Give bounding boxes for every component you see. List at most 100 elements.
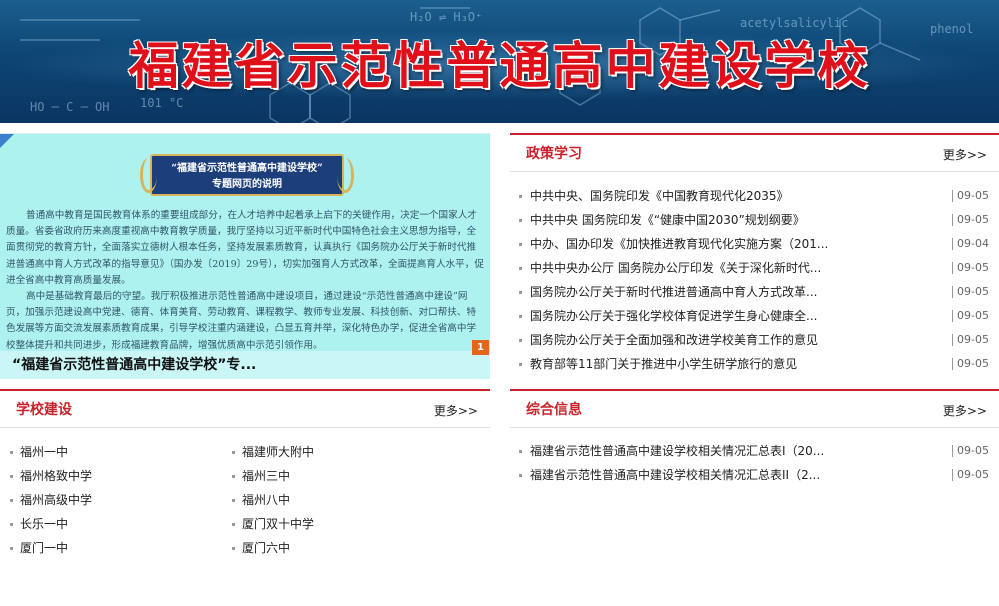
bullet-icon: [10, 499, 13, 502]
date-separator: [952, 190, 953, 202]
school-link[interactable]: 福州高级中学: [20, 493, 92, 507]
news-list-item[interactable]: 教育部等11部门关于推进中小学生研学旅行的意见 09-05: [510, 352, 999, 376]
news-item-date: 09-05: [957, 309, 989, 322]
news-list-item[interactable]: 中共中央、国务院印发《中国教育现代化2035》 09-05: [510, 184, 999, 208]
school-list-item[interactable]: 福州格致中学: [10, 464, 92, 488]
policy-panel-title: 政策学习: [526, 146, 582, 162]
bullet-icon: [519, 243, 522, 246]
info-panel: 综合信息 更多>> 福建省示范性普通高中建设学校相关情况汇总表I（20... 09…: [510, 389, 999, 487]
news-item-date: 09-05: [957, 444, 989, 457]
bullet-icon: [232, 475, 235, 478]
news-item-date: 09-05: [957, 333, 989, 346]
date-separator: [952, 262, 953, 274]
school-list-item[interactable]: 福州三中: [232, 464, 290, 488]
date-separator: [952, 445, 953, 457]
doc-title-line1: “福建省示范性普通高中建设学校”: [171, 163, 323, 174]
school-link[interactable]: 福州三中: [242, 469, 290, 483]
school-list-item[interactable]: 福州一中: [10, 440, 68, 464]
bullet-icon: [232, 451, 235, 454]
news-item-title[interactable]: 中办、国办印发《加快推进教育现代化实施方案（201...: [530, 232, 828, 256]
school-list-item[interactable]: 厦门六中: [232, 536, 290, 560]
bullet-icon: [519, 267, 522, 270]
date-separator: [952, 358, 953, 370]
school-list-item[interactable]: 福州八中: [232, 488, 290, 512]
info-list: 福建省示范性普通高中建设学校相关情况汇总表I（20... 09-05 福建省示范性普…: [510, 439, 999, 487]
info-panel-title: 综合信息: [526, 402, 582, 418]
doc-paragraph: 普通高中教育是国民教育体系的重要组成部分，在人才培养中起着承上启下的关键作用，决…: [6, 210, 484, 286]
news-item-title[interactable]: 中共中央、国务院印发《中国教育现代化2035》: [530, 184, 789, 208]
slide-corner-marker: [0, 134, 14, 148]
doc-body-text: 普通高中教育是国民教育体系的重要组成部分，在人才培养中起着承上启下的关键作用，决…: [6, 208, 484, 354]
news-item-title[interactable]: 福建省示范性普通高中建设学校相关情况汇总表II（2...: [530, 463, 820, 487]
news-item-title[interactable]: 福建省示范性普通高中建设学校相关情况汇总表I（20...: [530, 439, 824, 463]
school-link[interactable]: 厦门六中: [242, 541, 290, 555]
school-list-item[interactable]: 长乐一中: [10, 512, 68, 536]
news-item-date: 09-05: [957, 468, 989, 481]
info-panel-header: 综合信息 更多>>: [510, 389, 999, 428]
school-link[interactable]: 福建师大附中: [242, 445, 314, 459]
banner-formula-text: 101 °C: [140, 96, 184, 110]
bullet-icon: [10, 475, 13, 478]
bullet-icon: [232, 523, 235, 526]
news-item-title[interactable]: 国务院办公厅关于新时代推进普通高中育人方式改革...: [530, 280, 817, 304]
news-item-title[interactable]: 中共中央 国务院印发《“健康中国2030”规划纲要》: [530, 208, 805, 232]
banner-formula-text: H₂O ⇌ H₃O⁺: [410, 10, 483, 24]
bullet-icon: [519, 363, 522, 366]
date-separator: [952, 469, 953, 481]
bullet-icon: [519, 339, 522, 342]
news-item-date: 09-04: [957, 237, 989, 250]
doc-title-line2: 专题网页的说明: [212, 179, 282, 190]
school-list-item[interactable]: 厦门一中: [10, 536, 68, 560]
news-item-title[interactable]: 国务院办公厅关于强化学校体育促进学生身心健康全...: [530, 304, 817, 328]
bullet-icon: [10, 547, 13, 550]
date-separator: [952, 214, 953, 226]
policy-list: 中共中央、国务院印发《中国教育现代化2035》 09-05 中共中央 国务院印发《“…: [510, 184, 999, 376]
slide-page-indicator[interactable]: 1: [472, 340, 489, 355]
news-list-item[interactable]: 国务院办公厅关于全面加强和改进学校美育工作的意见 09-05: [510, 328, 999, 352]
news-list-item[interactable]: 福建省示范性普通高中建设学校相关情况汇总表I（20... 09-05: [510, 439, 999, 463]
schools-panel: 学校建设 更多>> 福州一中 福建师大附中福州格致中学 福州三中福州高级中学 福州八中…: [0, 389, 490, 568]
banner-formula-text: HO ─ C ─ OH: [30, 100, 110, 114]
news-list-item[interactable]: 国务院办公厅关于新时代推进普通高中育人方式改革... 09-05: [510, 280, 999, 304]
bullet-icon: [519, 219, 522, 222]
schools-more-link[interactable]: 更多>>: [434, 402, 478, 419]
news-item-date: 09-05: [957, 189, 989, 202]
news-list-item[interactable]: 国务院办公厅关于强化学校体育促进学生身心健康全... 09-05: [510, 304, 999, 328]
doc-paragraph: 高中是基础教育最后的守望。我厅积极推进示范性普通高中建设项目，通过建设“示范性普…: [6, 291, 477, 351]
schools-panel-title: 学校建设: [16, 402, 72, 418]
policy-panel: 政策学习 更多>> 中共中央、国务院印发《中国教育现代化2035》 09-05 中共…: [510, 133, 999, 376]
school-link[interactable]: 福州一中: [20, 445, 68, 459]
featured-slide[interactable]: “福建省示范性普通高中建设学校” 专题网页的说明 普通高中教育是国民教育体系的重…: [0, 133, 490, 379]
slide-caption-link[interactable]: “福建省示范性普通高中建设学校”专...: [12, 354, 256, 374]
bullet-icon: [519, 195, 522, 198]
school-list-item[interactable]: 厦门双十中学: [232, 512, 314, 536]
school-list-item[interactable]: 福州高级中学: [10, 488, 92, 512]
school-list-item[interactable]: 福建师大附中: [232, 440, 314, 464]
bullet-icon: [519, 474, 522, 477]
news-list-item[interactable]: 福建省示范性普通高中建设学校相关情况汇总表II（2... 09-05: [510, 463, 999, 487]
school-link[interactable]: 厦门双十中学: [242, 517, 314, 531]
school-link[interactable]: 福州八中: [242, 493, 290, 507]
bullet-icon: [232, 547, 235, 550]
news-item-title[interactable]: 国务院办公厅关于全面加强和改进学校美育工作的意见: [530, 328, 818, 352]
schools-panel-header: 学校建设 更多>>: [0, 389, 490, 428]
bullet-icon: [232, 499, 235, 502]
date-separator: [952, 238, 953, 250]
news-item-title[interactable]: 中共中央办公厅 国务院办公厅印发《关于深化新时代...: [530, 256, 821, 280]
news-item-date: 09-05: [957, 285, 989, 298]
info-more-link[interactable]: 更多>>: [943, 402, 987, 419]
news-item-title[interactable]: 教育部等11部门关于推进中小学生研学旅行的意见: [530, 352, 797, 376]
date-separator: [952, 334, 953, 346]
date-separator: [952, 310, 953, 322]
school-link[interactable]: 长乐一中: [20, 517, 68, 531]
policy-panel-header: 政策学习 更多>>: [510, 133, 999, 172]
bullet-icon: [519, 291, 522, 294]
news-item-date: 09-05: [957, 213, 989, 226]
policy-more-link[interactable]: 更多>>: [943, 146, 987, 163]
school-link[interactable]: 厦门一中: [20, 541, 68, 555]
news-list-item[interactable]: 中共中央 国务院印发《“健康中国2030”规划纲要》 09-05: [510, 208, 999, 232]
news-list-item[interactable]: 中共中央办公厅 国务院办公厅印发《关于深化新时代... 09-05: [510, 256, 999, 280]
bullet-icon: [519, 450, 522, 453]
school-link[interactable]: 福州格致中学: [20, 469, 92, 483]
news-list-item[interactable]: 中办、国办印发《加快推进教育现代化实施方案（201... 09-04: [510, 232, 999, 256]
